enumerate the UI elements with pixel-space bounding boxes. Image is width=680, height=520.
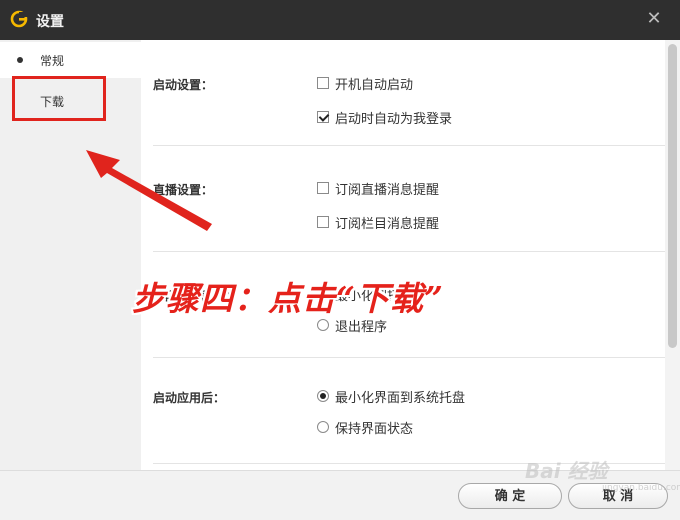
bullet-icon bbox=[17, 57, 23, 63]
scrollbar[interactable] bbox=[665, 40, 680, 470]
option-label: 启动时自动为我登录 bbox=[335, 111, 453, 127]
watermark: Bai 经验 bbox=[525, 459, 608, 483]
divider bbox=[153, 357, 665, 358]
highlight-box bbox=[12, 76, 106, 121]
checkbox-column-notify[interactable] bbox=[317, 216, 329, 228]
section-label-after-launch: 启动应用后： bbox=[153, 391, 226, 405]
option-minimize-system-tray[interactable]: 最小化界面到系统托盘 bbox=[317, 387, 466, 406]
option-label: 订阅直播消息提醒 bbox=[335, 182, 440, 198]
settings-content: 启动设置： 开机自动启动 启动时自动为我登录 直播设置： 订阅直播消息提醒 订阅… bbox=[141, 40, 665, 470]
watermark-url: jingyan.baidu.com bbox=[602, 483, 680, 493]
close-icon[interactable]: ✕ bbox=[644, 9, 664, 29]
window-title: 设置 bbox=[36, 14, 64, 30]
option-auto-login[interactable]: 启动时自动为我登录 bbox=[317, 108, 453, 127]
radio-minimize-system-tray[interactable] bbox=[317, 390, 329, 402]
option-label: 最小化界面到系统托盘 bbox=[335, 390, 466, 406]
section-label-startup: 启动设置： bbox=[153, 78, 214, 92]
option-label: 订阅栏目消息提醒 bbox=[335, 216, 440, 232]
ok-button[interactable]: 确 定 bbox=[458, 483, 562, 509]
option-column-notify[interactable]: 订阅栏目消息提醒 bbox=[317, 213, 440, 232]
option-keep-state[interactable]: 保持界面状态 bbox=[317, 418, 414, 437]
section-label-live: 直播设置： bbox=[153, 183, 214, 197]
option-auto-start[interactable]: 开机自动启动 bbox=[317, 74, 414, 93]
divider bbox=[153, 251, 665, 252]
title-bar: 设置 ✕ bbox=[0, 0, 680, 40]
sidebar-item-label: 常规 bbox=[40, 54, 65, 68]
radio-keep-state[interactable] bbox=[317, 421, 329, 433]
option-label: 开机自动启动 bbox=[335, 77, 414, 93]
option-live-notify[interactable]: 订阅直播消息提醒 bbox=[317, 179, 440, 198]
app-logo-icon bbox=[10, 10, 28, 28]
sidebar-item-general[interactable]: 常规 bbox=[0, 42, 141, 78]
divider bbox=[153, 145, 665, 146]
option-label: 保持界面状态 bbox=[335, 421, 414, 437]
scroll-thumb[interactable] bbox=[668, 44, 677, 348]
checkbox-auto-start[interactable] bbox=[317, 77, 329, 89]
step-annotation: 步骤四：点击“下载” bbox=[132, 279, 444, 318]
checkbox-auto-login[interactable] bbox=[317, 111, 329, 123]
checkbox-live-notify[interactable] bbox=[317, 182, 329, 194]
